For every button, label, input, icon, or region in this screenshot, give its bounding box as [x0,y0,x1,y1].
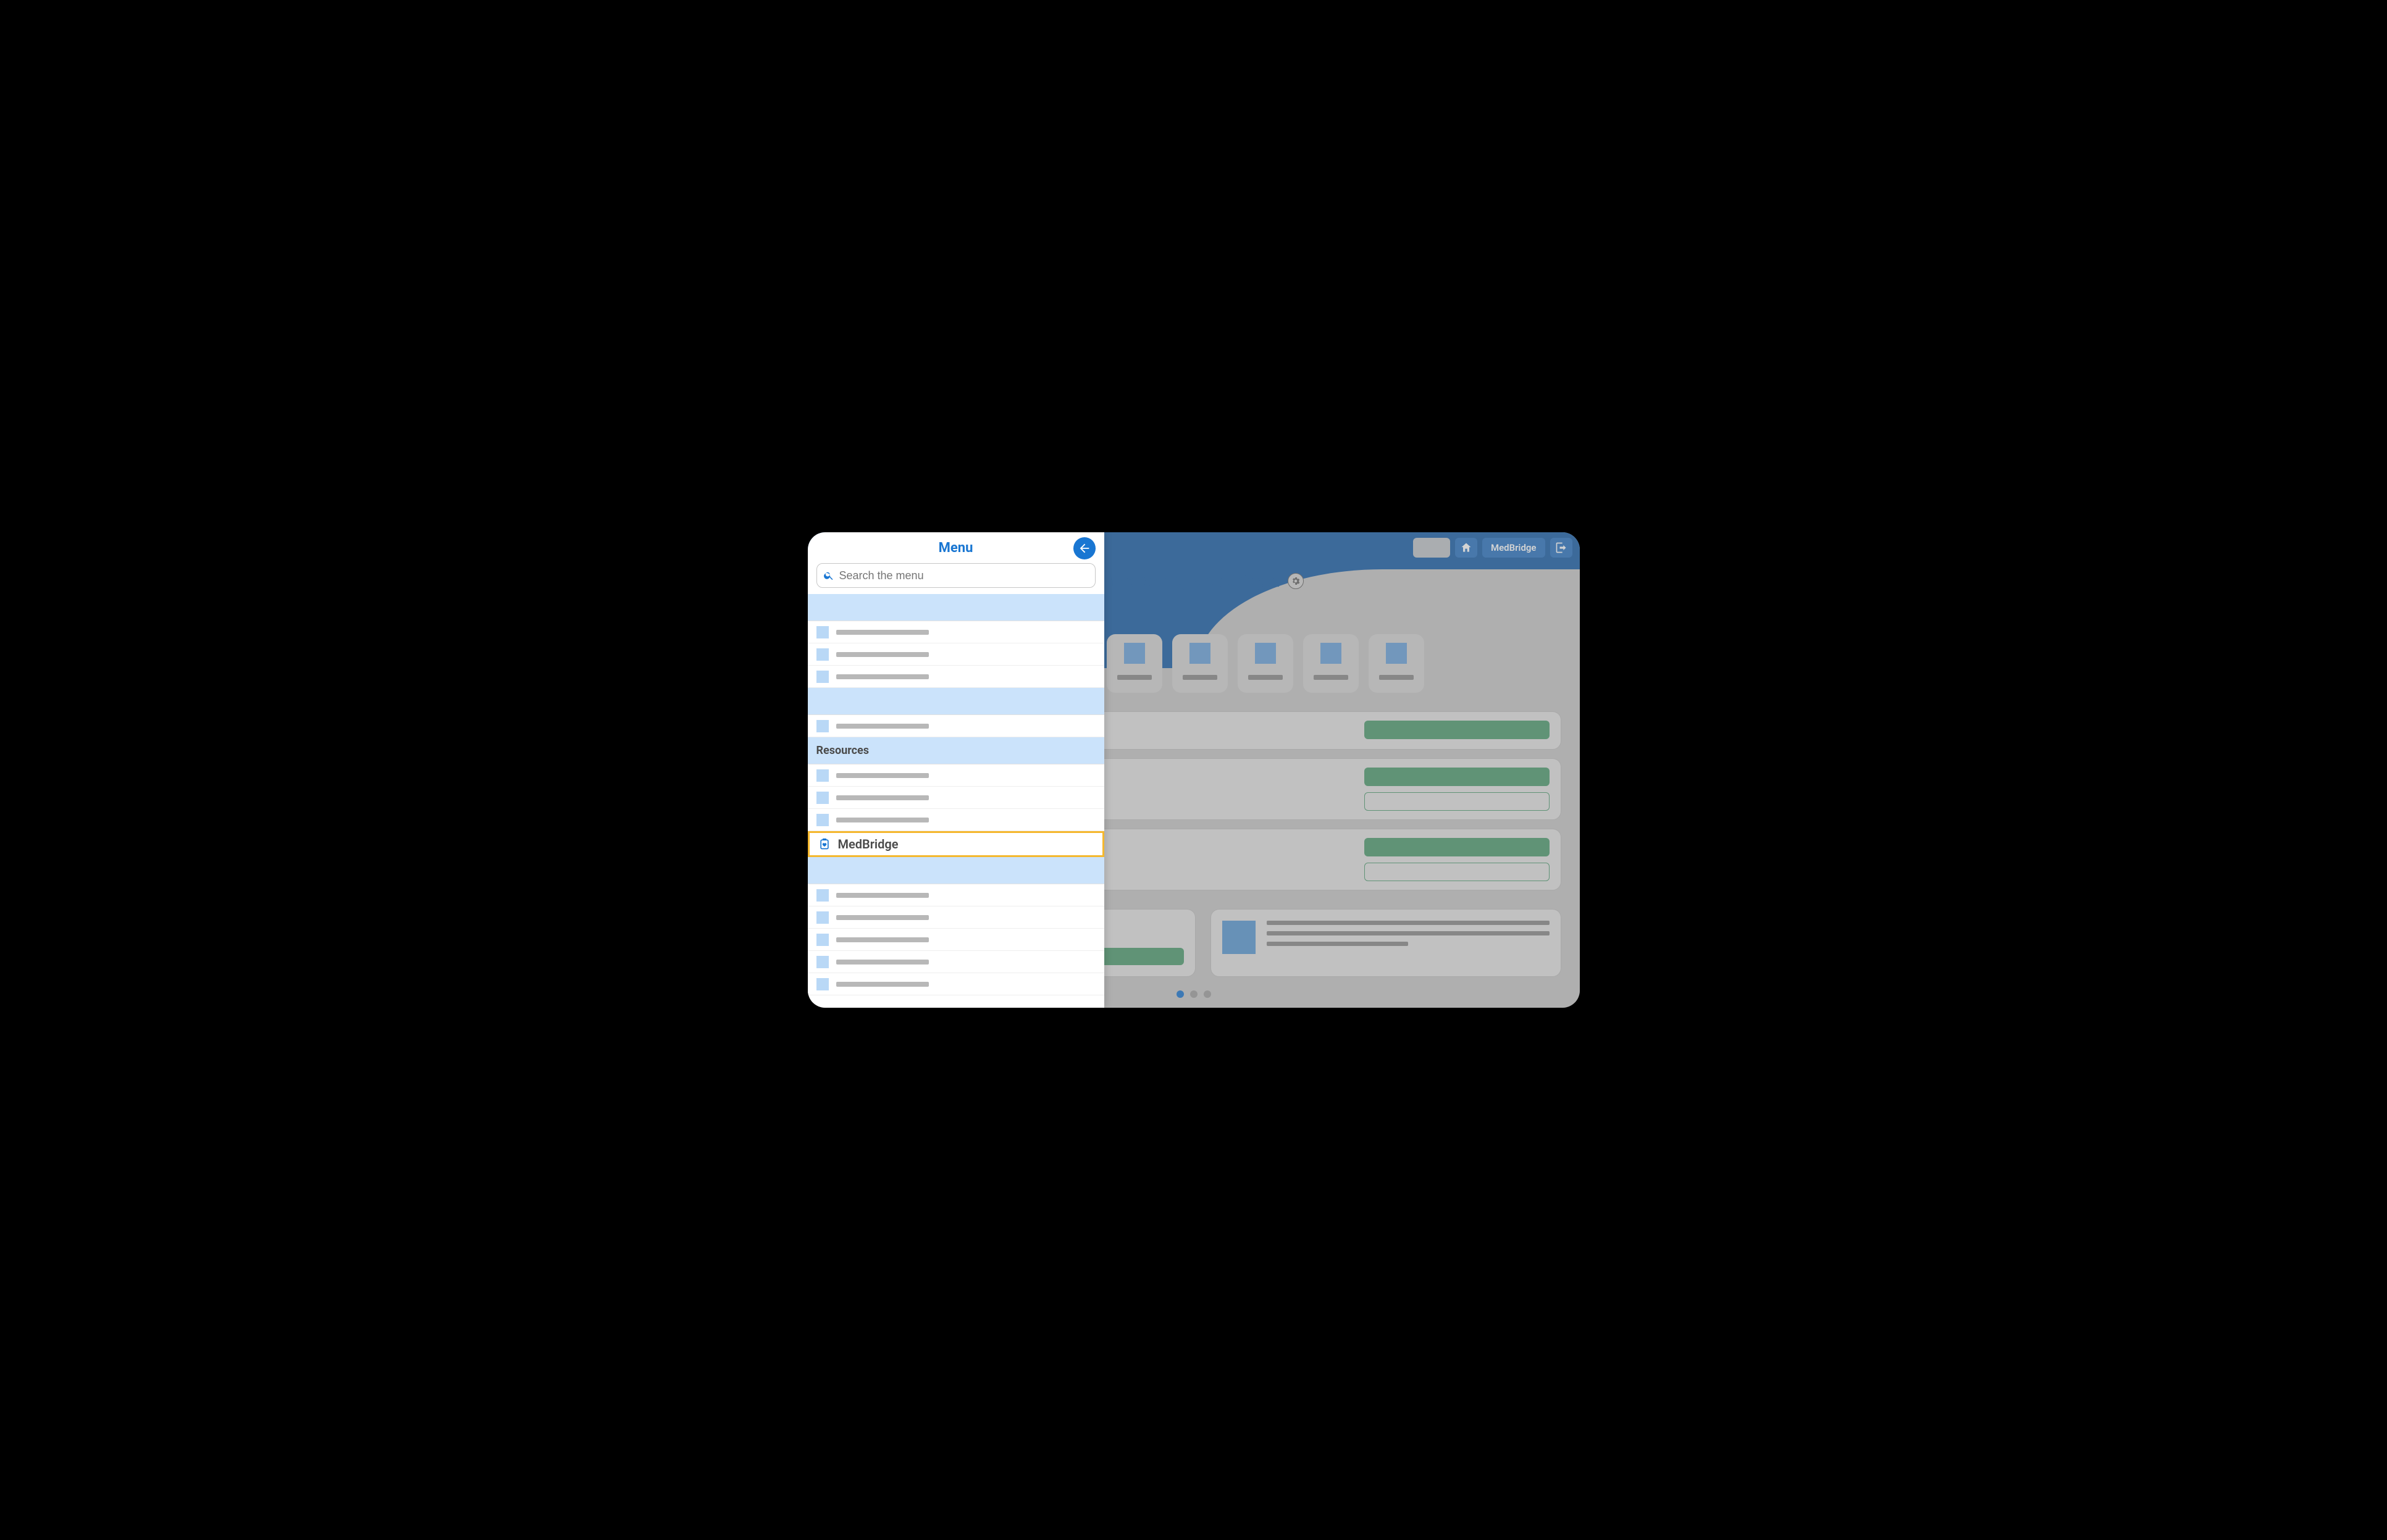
menu-item-icon [816,956,829,968]
menu-back-button[interactable] [1073,537,1096,559]
menu-item[interactable] [808,973,1104,995]
menu-item-icon [816,648,829,661]
menu-item[interactable] [808,621,1104,643]
menu-item-label: MedBridge [838,837,899,852]
menu-item-icon [816,720,829,732]
menu-search-input[interactable] [839,569,1089,582]
menu-item-label-placeholder [836,795,929,800]
menu-item-label-placeholder [836,818,929,822]
menu-item[interactable] [808,787,1104,809]
menu-item-label-placeholder [836,773,929,778]
menu-item-label-placeholder [836,937,929,942]
app-window: MedBridge Welcome, MedBridge! [808,532,1580,1008]
search-icon [823,570,834,581]
menu-item[interactable] [808,715,1104,737]
menu-item-label-placeholder [836,915,929,920]
menu-item-medbridge[interactable]: MedBridge [808,831,1104,857]
menu-item[interactable] [808,809,1104,831]
menu-item-icon [816,769,829,782]
menu-item-icon [816,626,829,638]
menu-item[interactable] [808,643,1104,666]
menu-search-field[interactable] [816,563,1096,588]
menu-scroll[interactable]: Resources MedBridge [808,594,1104,1008]
menu-item[interactable] [808,906,1104,929]
menu-item[interactable] [808,951,1104,973]
arrow-left-icon [1078,542,1091,555]
menu-section-divider [808,688,1104,715]
menu-section-divider [808,857,1104,884]
menu-item-label-placeholder [836,960,929,965]
menu-item-label-placeholder [836,893,929,898]
menu-search-wrap [808,563,1104,594]
menu-section-divider [808,594,1104,621]
menu-item-label-placeholder [836,630,929,635]
menu-item[interactable] [808,764,1104,787]
menu-item-icon [816,792,829,804]
menu-item-icon [816,889,829,902]
menu-section-header: Resources [808,737,1104,764]
menu-item-label-placeholder [836,652,929,657]
clipboard-heart-icon [818,838,831,850]
menu-item-label-placeholder [836,724,929,729]
menu-item-icon [816,814,829,826]
menu-item-icon [816,671,829,683]
menu-panel: Menu Resources MedBridge [808,532,1104,1008]
menu-item-label-placeholder [836,982,929,987]
menu-item[interactable] [808,666,1104,688]
menu-item-label-placeholder [836,674,929,679]
menu-item[interactable] [808,884,1104,906]
menu-item-icon [816,911,829,924]
menu-title: Menu [939,540,973,556]
menu-item[interactable] [808,929,1104,951]
menu-item-icon [816,934,829,946]
menu-item-icon [816,978,829,990]
menu-header: Menu [808,532,1104,563]
